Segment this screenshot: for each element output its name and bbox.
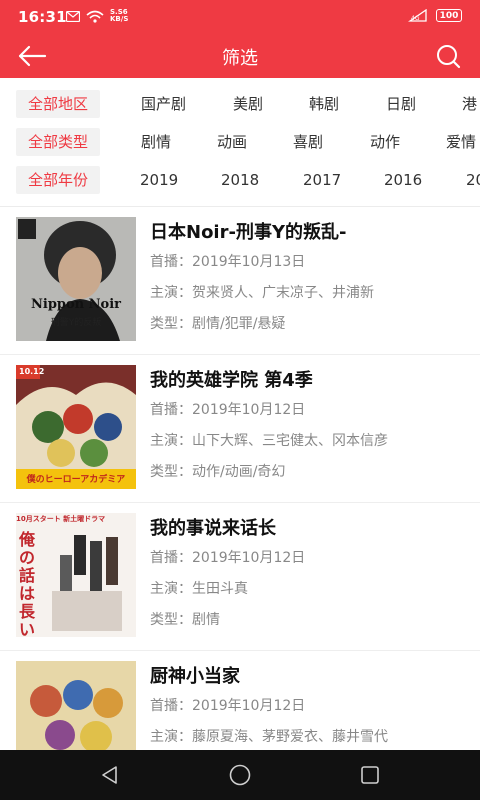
show-title[interactable]: 我的英雄学院 第4季 [150, 367, 470, 395]
circle-home-icon[interactable] [228, 763, 252, 787]
filter-region-option[interactable]: 美剧 [233, 90, 263, 118]
poster-date-text: 10.12 [19, 367, 45, 376]
poster-image: 10月スタート 新土曜ドラマ 俺の話は長い [16, 513, 136, 637]
filter-year-option[interactable]: 2017 [303, 166, 341, 194]
show-title[interactable]: 厨神小当家 [150, 663, 470, 691]
filter-year-option[interactable]: 2018 [221, 166, 259, 194]
show-premiere: 首播：2019年10月12日 [150, 550, 306, 566]
show-genre: 类型：剧情 [150, 612, 220, 628]
show-genre: 类型：动作/动画/奇幻 [150, 464, 286, 480]
page-title: 筛选 [222, 48, 258, 69]
show-title[interactable]: 我的事说来话长 [150, 515, 470, 543]
show-cast: 主演：山下大辉、三宅健太、冈本信彦 [150, 433, 388, 449]
filter-year-option[interactable]: 20 [466, 166, 480, 194]
filter-region-option[interactable]: 国产剧 [141, 90, 186, 118]
triangle-back-icon[interactable] [98, 763, 122, 787]
search-icon [437, 45, 461, 69]
filter-row-region: 全部地区 国产剧 美剧 韩剧 日剧 港 [0, 85, 480, 123]
filter-year-option[interactable]: 2016 [384, 166, 422, 194]
network-speed: S.S6 KB/S [110, 9, 128, 23]
show-info: 我的事说来话长 首播：2019年10月12日 主演：生田斗真 类型：剧情 [150, 515, 470, 636]
hd-signal-icon: 4G [408, 9, 427, 22]
status-time: 16:31 [18, 8, 67, 26]
filter-panel: 全部地区 国产剧 美剧 韩剧 日剧 港 全部类型 剧情 动画 喜剧 动作 爱情 … [0, 78, 480, 206]
filter-year-selected[interactable]: 全部年份 [16, 166, 101, 194]
filter-region-option[interactable]: 韩剧 [309, 90, 339, 118]
poster-image: Nippon Noir 刑警Y的反叛 [16, 217, 136, 341]
mail-icon [66, 10, 80, 22]
list-item[interactable]: 10.12 僕のヒーローアカデミア 我的英雄学院 第4季 首播：2019年10月… [0, 355, 480, 503]
poster-subtitle-text: 10月スタート 新土曜ドラマ [16, 515, 106, 523]
filter-region-option[interactable]: 港 [462, 90, 477, 118]
poster-image [16, 661, 136, 750]
filter-type-option[interactable]: 动作 [370, 128, 400, 156]
filter-type-option[interactable]: 动画 [217, 128, 247, 156]
show-info: 我的英雄学院 第4季 首播：2019年10月12日 主演：山下大辉、三宅健太、冈… [150, 367, 470, 488]
net-speed-unit: KB/S [110, 15, 129, 23]
app-bar: 筛选 [0, 34, 480, 78]
show-title[interactable]: 日本Noir-刑事Y的叛乱- [150, 219, 470, 247]
battery-indicator: 100 [436, 9, 462, 22]
show-cast: 主演：生田斗真 [150, 581, 248, 597]
list-item[interactable]: Nippon Noir 刑警Y的反叛 日本Noir-刑事Y的叛乱- 首播：201… [0, 207, 480, 355]
show-cast: 主演：藤原夏海、茅野爱衣、藤井雪代 [150, 729, 388, 745]
status-bar: 16:31 S.S6 KB/S 4G 100 [0, 0, 480, 34]
poster-subtitle-text: 刑警Y的反叛 [50, 318, 102, 328]
show-premiere: 首播：2019年10月13日 [150, 254, 306, 270]
poster-title-text: Nippon Noir [31, 297, 121, 312]
filter-region-selected[interactable]: 全部地区 [16, 90, 101, 118]
status-right-icons: 4G 100 [408, 9, 462, 22]
list-item[interactable]: 厨神小当家 首播：2019年10月12日 主演：藤原夏海、茅野爱衣、藤井雪代 [0, 651, 480, 750]
show-premiere: 首播：2019年10月12日 [150, 698, 306, 714]
search-button[interactable] [430, 40, 466, 72]
poster-image: 10.12 僕のヒーローアカデミア [16, 365, 136, 489]
filter-region-option[interactable]: 日剧 [386, 90, 416, 118]
show-premiere: 首播：2019年10月12日 [150, 402, 306, 418]
system-navigation-bar [0, 750, 480, 800]
filter-row-type: 全部类型 剧情 动画 喜剧 动作 爱情 [0, 123, 480, 161]
list-item[interactable]: 10月スタート 新土曜ドラマ 俺の話は長い 我的事说来话长 首播：2019年10… [0, 503, 480, 651]
show-info: 日本Noir-刑事Y的叛乱- 首播：2019年10月13日 主演：贺来贤人、广末… [150, 219, 470, 340]
filter-type-option[interactable]: 剧情 [141, 128, 171, 156]
show-list: Nippon Noir 刑警Y的反叛 日本Noir-刑事Y的叛乱- 首播：201… [0, 207, 480, 750]
filter-row-year: 全部年份 2019 2018 2017 2016 20 [0, 161, 480, 199]
battery-level: 100 [439, 10, 459, 21]
poster-title-text: 俺の話は長い [19, 530, 36, 638]
show-cast: 主演：贺来贤人、广末凉子、井浦新 [150, 285, 374, 301]
wifi-icon [86, 10, 104, 23]
filter-type-option[interactable]: 喜剧 [293, 128, 323, 156]
filter-type-selected[interactable]: 全部类型 [16, 128, 101, 156]
svg-text:4G: 4G [411, 15, 420, 22]
poster-title-text: 僕のヒーローアカデミア [26, 475, 126, 485]
filter-year-option[interactable]: 2019 [140, 166, 178, 194]
filter-type-option[interactable]: 爱情 [446, 128, 476, 156]
status-notification-icons: S.S6 KB/S [66, 9, 128, 23]
show-genre: 类型：剧情/犯罪/悬疑 [150, 316, 286, 332]
square-recents-icon[interactable] [358, 763, 382, 787]
show-info: 厨神小当家 首播：2019年10月12日 主演：藤原夏海、茅野爱衣、藤井雪代 [150, 663, 470, 750]
